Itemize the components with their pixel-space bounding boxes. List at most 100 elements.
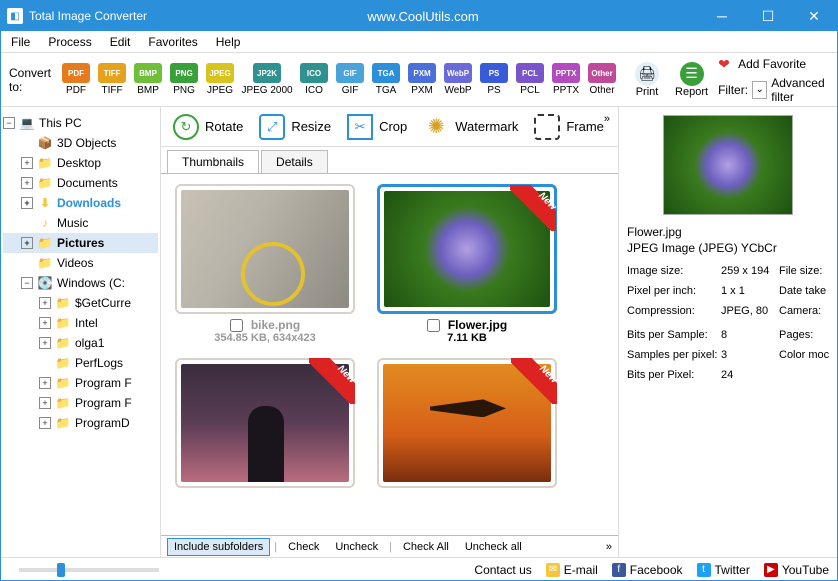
close-button[interactable]: ✕	[791, 1, 837, 31]
format-icon: TIFF	[98, 63, 126, 83]
youtube-link[interactable]: ▶YouTube	[764, 563, 829, 577]
format-jpeg[interactable]: JPEGJPEG	[203, 63, 237, 96]
menu-process[interactable]: Process	[48, 35, 91, 49]
tree-item-intel[interactable]: +📁Intel	[3, 313, 158, 333]
folder-tree[interactable]: −💻This PC 📦3D Objects+📁Desktop+📁Document…	[1, 107, 161, 557]
tab-thumbnails[interactable]: Thumbnails	[167, 150, 259, 173]
format-icon: PPTX	[552, 63, 580, 83]
heart-icon: ❤	[718, 56, 734, 72]
tree-root[interactable]: −💻This PC	[3, 113, 158, 133]
include-subfolders-toggle[interactable]: Include subfolders	[167, 538, 270, 556]
format-png[interactable]: PNGPNG	[167, 63, 201, 96]
menu-help[interactable]: Help	[216, 35, 241, 49]
format-tiff[interactable]: TIFFTIFF	[95, 63, 129, 96]
minimize-button[interactable]: ─	[699, 1, 745, 31]
preview-filename: Flower.jpg	[627, 225, 829, 239]
tree-item-desktop[interactable]: +📁Desktop	[3, 153, 158, 173]
facebook-link[interactable]: fFacebook	[612, 563, 683, 577]
tree-item-windowsc[interactable]: −💽Windows (C:	[3, 273, 158, 293]
format-pxm[interactable]: PXMPXM	[405, 63, 439, 96]
format-icon: JP2K	[253, 63, 281, 83]
tree-item-programd[interactable]: +📁ProgramD	[3, 413, 158, 433]
report-button[interactable]: ☰ Report	[675, 62, 708, 98]
tree-item-programf[interactable]: +📁Program F	[3, 393, 158, 413]
tree-item-pictures[interactable]: +📁Pictures	[3, 233, 158, 253]
add-favorite-button[interactable]: ❤ Add Favorite	[718, 56, 829, 72]
operations-bar: ↻Rotate ⤢Resize ✂Crop ✺Watermark Frame »	[161, 107, 618, 147]
uncheck-all-button[interactable]: Uncheck all	[458, 538, 529, 556]
tree-item-downloads[interactable]: +⬇Downloads	[3, 193, 158, 213]
format-icon: GIF	[336, 63, 364, 83]
selection-bar: Include subfolders | Check Uncheck | Che…	[161, 535, 618, 557]
thumbnail-card[interactable]: bike.png354.85 KB, 634x423	[171, 184, 359, 344]
format-icon: BMP	[134, 63, 162, 83]
preview-row: Compression:JPEG, 80Camera:	[627, 305, 829, 317]
tree-item-dobjects[interactable]: 📦3D Objects	[3, 133, 158, 153]
email-link[interactable]: ✉E-mail	[546, 563, 598, 577]
maximize-button[interactable]: ☐	[745, 1, 791, 31]
email-icon: ✉	[546, 563, 560, 577]
preview-row: Samples per pixel:3Color moc	[627, 349, 829, 361]
frame-icon	[534, 114, 560, 140]
ops-overflow[interactable]: »	[604, 113, 610, 125]
format-pcl[interactable]: PCLPCL	[513, 63, 547, 96]
preview-row: Bits per Pixel:24	[627, 369, 829, 381]
preview-row: Bits per Sample:8Pages:	[627, 329, 829, 341]
view-tabs: Thumbnails Details	[161, 147, 618, 173]
new-badge: New	[511, 358, 557, 404]
uncheck-button[interactable]: Uncheck	[328, 538, 385, 556]
format-webp[interactable]: WebPWebP	[441, 63, 475, 96]
menu-favorites[interactable]: Favorites	[148, 35, 197, 49]
frame-button[interactable]: Frame	[534, 114, 604, 140]
thumb-checkbox[interactable]	[427, 319, 440, 332]
tree-item-videos[interactable]: 📁Videos	[3, 253, 158, 273]
report-icon: ☰	[680, 62, 704, 86]
zoom-slider[interactable]	[19, 568, 159, 572]
thumb-checkbox[interactable]	[230, 319, 243, 332]
app-title: Total Image Converter	[29, 9, 147, 23]
tree-item-music[interactable]: ♪Music	[3, 213, 158, 233]
format-gif[interactable]: GIFGIF	[333, 63, 367, 96]
contact-link[interactable]: Contact us	[474, 563, 531, 577]
preview-panel: Flower.jpg JPEG Image (JPEG) YCbCr Image…	[619, 107, 837, 557]
check-all-button[interactable]: Check All	[396, 538, 456, 556]
format-other[interactable]: OtherOther	[585, 63, 619, 96]
tree-item-perflogs[interactable]: 📁PerfLogs	[3, 353, 158, 373]
facebook-icon: f	[612, 563, 626, 577]
print-icon: 🖨	[635, 62, 659, 86]
menu-edit[interactable]: Edit	[110, 35, 131, 49]
print-button[interactable]: 🖨 Print	[635, 62, 659, 98]
tab-details[interactable]: Details	[261, 150, 328, 173]
crop-button[interactable]: ✂Crop	[347, 114, 407, 140]
thumbnail-card[interactable]: NewFlower.jpg7.11 KB	[373, 184, 561, 344]
format-tga[interactable]: TGATGA	[369, 63, 403, 96]
tree-item-programf[interactable]: +📁Program F	[3, 373, 158, 393]
check-button[interactable]: Check	[281, 538, 326, 556]
format-icon: JPEG	[206, 63, 234, 83]
rotate-icon: ↻	[173, 114, 199, 140]
titlebar: ◧ Total Image Converter www.CoolUtils.co…	[1, 1, 837, 31]
format-pptx[interactable]: PPTXPPTX	[549, 63, 583, 96]
preview-row: Pixel per inch:1 x 1Date take	[627, 285, 829, 297]
thumbnail-card[interactable]: New	[171, 358, 359, 488]
crop-icon: ✂	[347, 114, 373, 140]
youtube-icon: ▶	[764, 563, 778, 577]
tree-item-documents[interactable]: +📁Documents	[3, 173, 158, 193]
format-jpeg2000[interactable]: JP2KJPEG 2000	[239, 63, 295, 96]
format-pdf[interactable]: PDFPDF	[59, 63, 93, 96]
filter-dropdown[interactable]: ⌄	[752, 81, 767, 99]
menu-file[interactable]: File	[11, 35, 30, 49]
advanced-filter-link[interactable]: Advanced filter	[771, 76, 829, 104]
tree-item-getcurre[interactable]: +📁$GetCurre	[3, 293, 158, 313]
rotate-button[interactable]: ↻Rotate	[173, 114, 243, 140]
watermark-button[interactable]: ✺Watermark	[423, 114, 518, 140]
resize-button[interactable]: ⤢Resize	[259, 114, 331, 140]
tree-item-olga[interactable]: +📁olga1	[3, 333, 158, 353]
selection-overflow[interactable]: »	[606, 541, 612, 553]
twitter-link[interactable]: tTwitter	[697, 563, 750, 577]
app-icon: ◧	[7, 8, 23, 24]
thumbnail-card[interactable]: New	[373, 358, 561, 488]
format-ico[interactable]: ICOICO	[297, 63, 331, 96]
format-bmp[interactable]: BMPBMP	[131, 63, 165, 96]
format-ps[interactable]: PSPS	[477, 63, 511, 96]
